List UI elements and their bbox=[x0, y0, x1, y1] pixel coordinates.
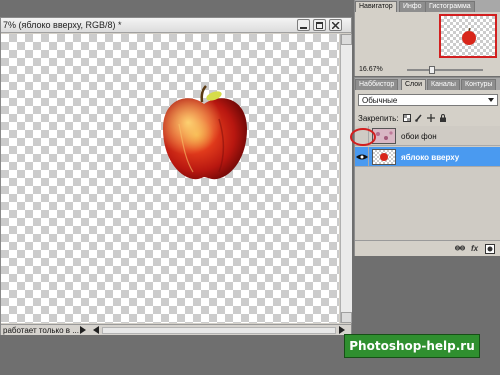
close-button[interactable] bbox=[329, 19, 342, 31]
status-bar: работает только в ... bbox=[1, 324, 351, 335]
visibility-toggle[interactable] bbox=[355, 147, 369, 167]
lock-transparency-icon[interactable] bbox=[403, 114, 411, 122]
layer-name[interactable]: яблоко вверху bbox=[401, 153, 459, 162]
blend-mode-value: Обычные bbox=[362, 96, 398, 105]
maximize-icon bbox=[316, 22, 323, 29]
document-titlebar[interactable]: 7% (яблоко вверху, RGB/8) * bbox=[1, 18, 351, 33]
tab-info[interactable]: Инфо bbox=[399, 1, 426, 12]
lock-label: Закрепить: bbox=[358, 114, 399, 123]
scroll-left-arrow[interactable] bbox=[93, 326, 99, 334]
layer-name[interactable]: обои фон bbox=[401, 132, 437, 141]
maximize-button[interactable] bbox=[313, 19, 326, 31]
navigator-tabs: Навигатор Инфо Гистограмма bbox=[355, 0, 500, 12]
watermark-logo: Photoshop-help.ru bbox=[344, 334, 480, 358]
scroll-down-arrow[interactable] bbox=[341, 312, 352, 323]
zoom-slider[interactable] bbox=[407, 69, 483, 71]
apple-image bbox=[163, 85, 247, 180]
layers-footer: fx bbox=[355, 240, 500, 256]
zoom-readout[interactable]: 16.67% bbox=[359, 66, 383, 73]
tab-layers[interactable]: Слои bbox=[401, 79, 427, 90]
tab-paths[interactable]: Контуры bbox=[461, 79, 497, 90]
fx-icon[interactable]: fx bbox=[471, 244, 478, 253]
scroll-up-arrow[interactable] bbox=[341, 34, 352, 45]
layers-tabs: Наббистор Слои Каналы Контуры bbox=[355, 78, 500, 90]
document-window: 7% (яблоко вверху, RGB/8) * работает тол… bbox=[0, 17, 352, 335]
document-title: 7% (яблоко вверху, RGB/8) * bbox=[3, 20, 122, 30]
zoom-slider-handle[interactable] bbox=[429, 66, 435, 74]
tab-channels[interactable]: Каналы bbox=[427, 79, 460, 90]
tab-navigator-2[interactable]: Наббистор bbox=[355, 79, 399, 90]
highlight-circle-annotation bbox=[350, 128, 376, 146]
tab-histogram[interactable]: Гистограмма bbox=[425, 1, 475, 12]
apple-thumbnail-icon bbox=[462, 28, 476, 45]
chevron-down-icon bbox=[488, 98, 494, 102]
navigator-panel: Навигатор Инфо Гистограмма 16.67% bbox=[354, 0, 500, 76]
status-menu-arrow-icon[interactable] bbox=[80, 326, 86, 334]
lock-move-icon[interactable] bbox=[427, 114, 435, 122]
layer-row[interactable]: яблоко вверху bbox=[355, 147, 500, 167]
lock-all-icon[interactable] bbox=[439, 114, 447, 122]
eye-icon bbox=[356, 154, 368, 160]
link-layers-icon[interactable] bbox=[455, 244, 465, 252]
close-icon bbox=[332, 22, 340, 29]
blend-mode-select[interactable]: Обычные bbox=[358, 94, 498, 106]
layer-thumbnail bbox=[372, 149, 396, 165]
minimize-button[interactable] bbox=[297, 19, 310, 31]
status-text: работает только в ... bbox=[3, 326, 79, 335]
tab-navigator[interactable]: Навигатор bbox=[355, 1, 397, 12]
apple-layer-thumbnail-icon bbox=[380, 153, 388, 161]
navigator-preview[interactable] bbox=[439, 14, 497, 58]
canvas[interactable] bbox=[1, 34, 339, 323]
scroll-right-arrow[interactable] bbox=[339, 326, 345, 334]
horizontal-scrollbar[interactable] bbox=[102, 327, 336, 334]
layers-panel: Наббистор Слои Каналы Контуры Обычные За… bbox=[354, 77, 500, 256]
add-mask-icon[interactable] bbox=[485, 244, 495, 254]
minimize-icon bbox=[300, 27, 307, 29]
lock-brush-icon[interactable] bbox=[415, 114, 423, 122]
vertical-scrollbar[interactable] bbox=[340, 34, 352, 323]
